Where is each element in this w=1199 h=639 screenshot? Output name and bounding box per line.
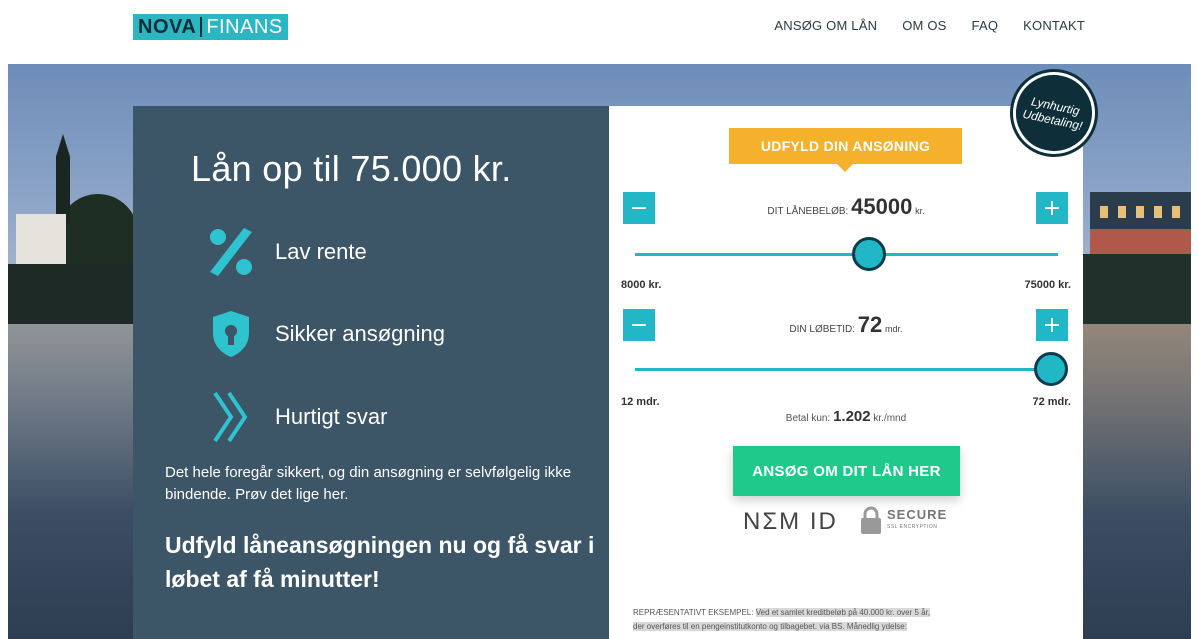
shield-lock-icon (203, 306, 259, 362)
logo-part2: FINANS (206, 16, 283, 38)
amount-value: 45000 (851, 194, 913, 219)
main-nav: ANSØG OM LÅN OM OS FAQ KONTAKT (774, 18, 1085, 33)
amount-label: DIT LÅNEBELØB: (767, 206, 849, 217)
shore-right (1078, 254, 1191, 324)
amount-slider-track[interactable] (635, 253, 1058, 256)
apply-button[interactable]: ANSØG OM DIT LÅN HER (733, 446, 960, 496)
term-slider-handle[interactable] (1034, 352, 1068, 386)
secure-label: SECURE (887, 507, 948, 522)
nav-faq[interactable]: FAQ (972, 18, 999, 33)
feature-label: Hurtigt svar (275, 404, 388, 429)
shore-left (8, 264, 138, 324)
term-min-label: 12 mdr. (621, 396, 660, 408)
rep-label: REPRÆSENTATIVT EKSEMPEL: (633, 608, 754, 617)
pay-value: 1.202 (833, 408, 871, 425)
description: Det hele foregår sikkert, og din ansøgni… (165, 464, 572, 503)
amount-min-label: 8000 kr. (621, 279, 662, 291)
feature-fast: Hurtigt svar (203, 389, 387, 445)
nemid-logo: NΣM ID (743, 508, 838, 535)
cta-text: Udfyld låneansøgningen nu og få svar i l… (165, 532, 595, 592)
term-value: 72 (857, 312, 883, 337)
pay-label: Betal kun: (785, 413, 831, 424)
amount-increase-button[interactable]: + (1036, 192, 1068, 224)
rep-text-line1: Ved et samlet kreditbeløb på 40.000 kr. … (755, 608, 931, 617)
secure-sub-label: SSL ENCRYPTION (887, 524, 938, 530)
double-chevron-icon (203, 389, 259, 445)
feature-label: Sikker ansøgning (275, 321, 445, 346)
representative-example: REPRÆSENTATIVT EKSEMPEL: Ved et samlet k… (633, 606, 1073, 634)
logo[interactable]: NOVA FINANS (133, 14, 288, 40)
pay-unit: kr./mnd (873, 413, 907, 424)
amount-slider-handle[interactable] (851, 237, 886, 271)
term-slider-track[interactable] (635, 368, 1058, 371)
term-label-row: DIN LØBETID: 72 mdr. (609, 312, 1083, 338)
term-label: DIN LØBETID: (789, 324, 855, 335)
nav-contact[interactable]: KONTAKT (1023, 18, 1085, 33)
nav-apply[interactable]: ANSØG OM LÅN (774, 18, 877, 33)
reflection-right (1078, 324, 1191, 639)
site-header: NOVA FINANS ANSØG OM LÅN OM OS FAQ KONTA… (0, 0, 1199, 64)
amount-unit: kr. (915, 206, 925, 216)
monthly-payment: Betal kun: 1.202 kr./mnd (609, 408, 1083, 425)
term-increase-button[interactable]: + (1036, 309, 1068, 341)
info-panel: Lån op til 75.000 kr. Lav rente Sikker a… (133, 106, 609, 639)
form-title-tag: UDFYLD DIN ANSØNING (729, 128, 962, 172)
loan-form: UDFYLD DIN ANSØNING − DIT LÅNEBELØB: 450… (609, 106, 1083, 639)
logo-part1: NOVA (138, 16, 197, 38)
reflection-left (8, 324, 138, 639)
lock-icon (861, 506, 881, 534)
amount-max-label: 75000 kr. (1024, 279, 1072, 291)
percent-icon (203, 224, 259, 280)
amount-label-row: DIT LÅNEBELØB: 45000 kr. (609, 194, 1083, 220)
feature-low-rate: Lav rente (203, 224, 367, 280)
secure-badge: SECURE SSL ENCRYPTION (859, 506, 947, 536)
church-spire (56, 134, 70, 224)
term-max-label: 72 mdr. (1032, 396, 1071, 408)
term-unit: mdr. (885, 324, 903, 334)
rep-text-line2: der overføres til en pengeinstitutkonto … (633, 622, 907, 631)
headline: Lån op til 75.000 kr. (191, 148, 512, 189)
feature-label: Lav rente (275, 239, 367, 264)
nav-about[interactable]: OM OS (902, 18, 946, 33)
feature-secure: Sikker ansøgning (203, 306, 445, 362)
